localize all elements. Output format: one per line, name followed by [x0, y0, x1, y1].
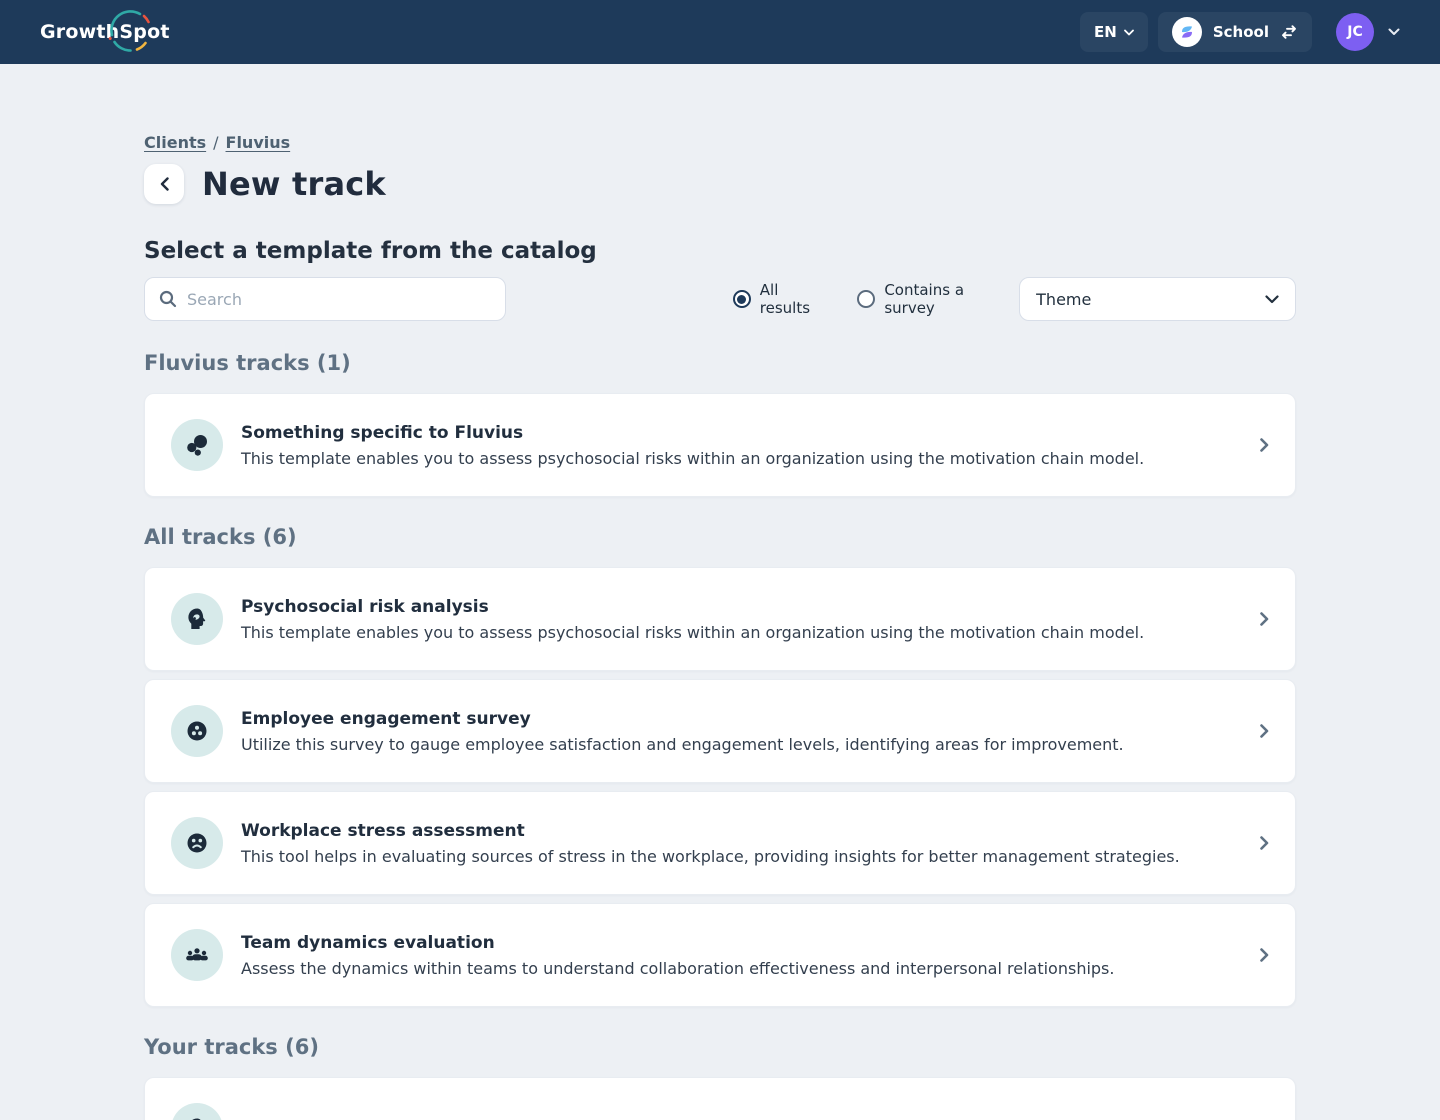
chevron-right-icon — [1260, 612, 1269, 626]
brand-name-part2: Spot — [119, 21, 169, 43]
section-title-your-tracks: Your tracks (6) — [144, 1035, 1296, 1059]
template-card[interactable]: Psychosocial risk analysis This template… — [144, 567, 1296, 671]
card-description: This template enables you to assess psyc… — [241, 449, 1144, 468]
back-button[interactable] — [144, 164, 184, 204]
workspace-switcher-button[interactable]: School — [1158, 12, 1312, 52]
template-card[interactable]: Employee engagement survey Utilize this … — [144, 679, 1296, 783]
stress-icon — [171, 817, 223, 869]
search-icon — [159, 290, 177, 308]
filter-all-results-label: All results — [760, 281, 834, 317]
workspace-logo-icon — [1172, 17, 1202, 47]
user-menu-chevron-icon[interactable] — [1388, 28, 1400, 36]
chevron-right-icon — [1260, 724, 1269, 738]
language-label: EN — [1094, 23, 1117, 41]
chevron-right-icon — [1260, 836, 1269, 850]
card-title: Psychosocial risk analysis — [241, 597, 1144, 617]
page-title: New track — [202, 165, 386, 203]
search-box — [144, 277, 506, 321]
section-title-fluvius-tracks: Fluvius tracks (1) — [144, 351, 1296, 375]
section-title-all-tracks: All tracks (6) — [144, 525, 1296, 549]
swap-icon — [1280, 23, 1298, 41]
radio-unselected-icon — [857, 290, 875, 308]
workspace-label: School — [1213, 23, 1269, 41]
card-description: This tool helps in evaluating sources of… — [241, 847, 1180, 866]
breadcrumb: Clients / Fluvius — [144, 133, 1296, 152]
breadcrumb-clients-link[interactable]: Clients — [144, 133, 206, 152]
chevron-down-icon — [1265, 295, 1279, 304]
language-button[interactable]: EN — [1080, 12, 1148, 52]
chevron-right-icon — [1260, 948, 1269, 962]
breadcrumb-fluvius-link[interactable]: Fluvius — [226, 133, 291, 152]
psychology-icon — [171, 593, 223, 645]
chevron-left-icon — [160, 177, 169, 191]
card-description: Assess the dynamics within teams to unde… — [241, 959, 1114, 978]
bubbles-icon — [171, 419, 223, 471]
chevron-right-icon — [1260, 438, 1269, 452]
template-card[interactable]: Psychosocial risk analysis — [144, 1077, 1296, 1120]
catalog-heading: Select a template from the catalog — [144, 238, 1296, 264]
main-content: Clients / Fluvius New track Select a templ… — [144, 64, 1296, 1120]
engagement-icon — [171, 705, 223, 757]
card-title: Something specific to Fluvius — [241, 423, 1144, 443]
card-description: This template enables you to assess psyc… — [241, 623, 1144, 642]
groups-icon — [171, 929, 223, 981]
psychology-icon — [171, 1103, 223, 1120]
radio-selected-icon — [733, 290, 751, 308]
card-title: Employee engagement survey — [241, 709, 1124, 729]
card-title: Workplace stress assessment — [241, 821, 1180, 841]
card-description: Utilize this survey to gauge employee sa… — [241, 735, 1124, 754]
filter-row: All results Contains a survey Theme — [144, 277, 1296, 321]
search-input[interactable] — [187, 290, 491, 309]
brand-name-part1: Growth — [40, 21, 119, 43]
template-card[interactable]: Something specific to Fluvius This templ… — [144, 393, 1296, 497]
brand-logo[interactable]: Growth Spot — [40, 21, 170, 43]
user-avatar[interactable]: JC — [1336, 13, 1374, 51]
breadcrumb-separator: / — [213, 133, 218, 152]
top-bar: Growth Spot EN School — [0, 0, 1440, 64]
avatar-initials: JC — [1347, 24, 1362, 40]
template-card[interactable]: Workplace stress assessment This tool he… — [144, 791, 1296, 895]
chevron-down-icon — [1124, 29, 1134, 36]
theme-select-value: Theme — [1036, 290, 1091, 309]
filter-contains-survey[interactable]: Contains a survey — [857, 281, 1019, 317]
results-filter: All results Contains a survey — [733, 281, 1019, 317]
card-title: Team dynamics evaluation — [241, 933, 1114, 953]
filter-contains-survey-label: Contains a survey — [884, 281, 1019, 317]
theme-select[interactable]: Theme — [1019, 277, 1296, 321]
template-card[interactable]: Team dynamics evaluation Assess the dyna… — [144, 903, 1296, 1007]
filter-all-results[interactable]: All results — [733, 281, 834, 317]
